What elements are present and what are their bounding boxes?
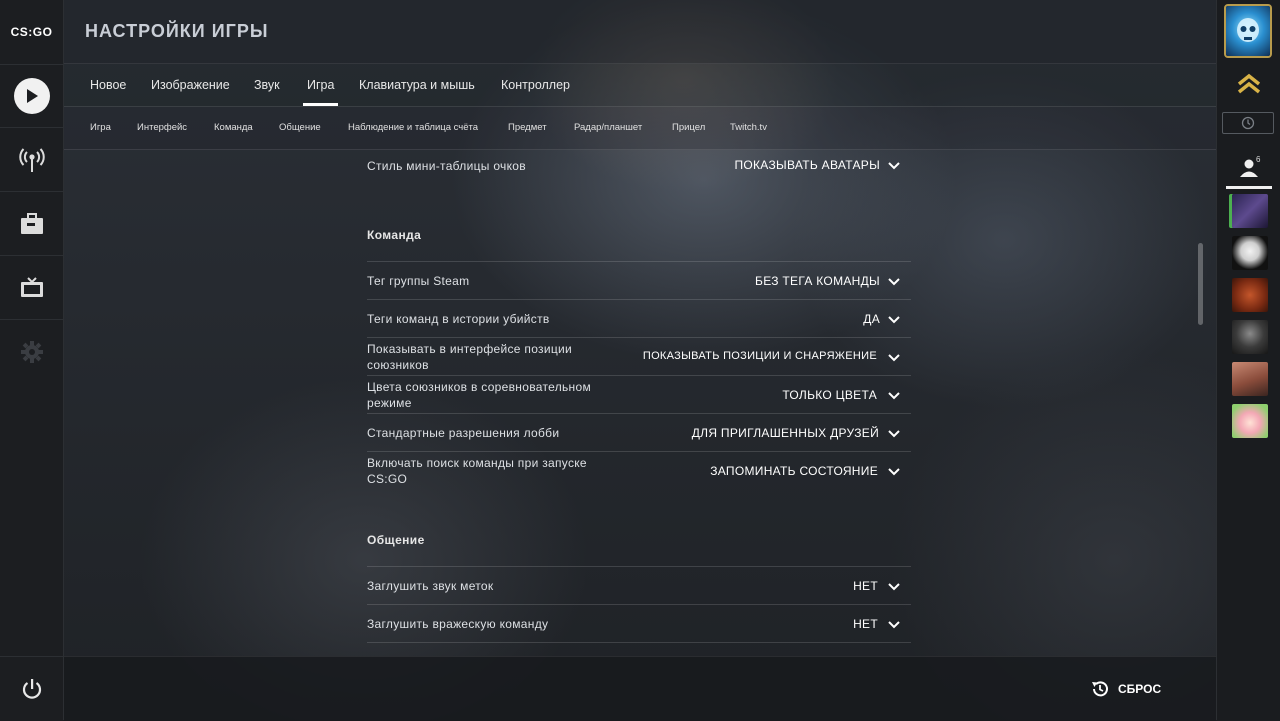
divider: [367, 299, 911, 300]
section-communication-heading: Общение: [367, 533, 425, 547]
divider: [367, 451, 911, 452]
friend-avatar[interactable]: [1232, 362, 1268, 396]
team-search-on-launch-dropdown[interactable]: ЗАПОМИНАТЬ СОСТОЯНИЕ: [710, 464, 878, 478]
subtab-crosshair[interactable]: Прицел: [672, 107, 705, 149]
friend-avatar[interactable]: [1232, 236, 1268, 270]
reset-button[interactable]: СБРОС: [1090, 679, 1161, 699]
chevron-down-icon: [888, 278, 900, 286]
friend-avatar[interactable]: [1232, 278, 1268, 312]
friends-count: 6: [1256, 155, 1261, 164]
killfeed-team-tags-dropdown[interactable]: ДА: [863, 312, 880, 326]
subtab-hud[interactable]: Интерфейс: [137, 107, 187, 149]
teammate-colors-label: Цвета союзников в соревновательном режим…: [367, 380, 592, 410]
subtab-item[interactable]: Предмет: [508, 107, 547, 149]
watch-button[interactable]: [0, 256, 63, 320]
chevron-down-icon: [888, 468, 900, 476]
steam-group-tag-label: Тег группы Steam: [367, 274, 470, 288]
inventory-button[interactable]: [0, 192, 63, 256]
cooldown-timer: [1222, 112, 1274, 134]
friend-avatar[interactable]: [1232, 404, 1268, 438]
page-title: НАСТРОЙКИ ИГРЫ: [85, 21, 269, 41]
subtab-spectator[interactable]: Наблюдение и таблица счёта: [348, 107, 478, 149]
mute-pings-label: Заглушить звук меток: [367, 579, 494, 593]
divider: [367, 642, 911, 643]
section-team-heading: Команда: [367, 228, 422, 242]
footer-bar: [64, 656, 1216, 721]
title-bar: НАСТРОЙКИ ИГРЫ: [64, 0, 1216, 64]
left-sidebar: CS:GO: [0, 0, 64, 720]
friends-tab[interactable]: [1226, 150, 1272, 189]
gear-icon: [20, 340, 43, 363]
divider: [367, 375, 911, 376]
scoreboard-style-label: Стиль мини-таблицы очков: [367, 159, 526, 173]
tab-new[interactable]: Новое: [90, 64, 126, 106]
chevron-down-icon: [888, 162, 900, 170]
tab-video[interactable]: Изображение: [151, 64, 230, 106]
lobby-permissions-label: Стандартные разрешения лобби: [367, 426, 560, 440]
subtab-twitch[interactable]: Twitch.tv: [730, 107, 767, 149]
settings-button[interactable]: [0, 320, 63, 383]
divider: [367, 566, 911, 567]
chevron-down-icon: [888, 392, 900, 400]
friend-avatar[interactable]: [1232, 320, 1268, 354]
tab-audio[interactable]: Звук: [254, 64, 280, 106]
scoreboard-style-dropdown[interactable]: ПОКАЗЫВАТЬ АВАТАРЫ: [734, 158, 880, 172]
chevron-down-icon: [888, 621, 900, 629]
teammate-positions-dropdown[interactable]: ПОКАЗЫВАТЬ ПОЗИЦИИ И СНАРЯЖЕНИЕ: [643, 350, 877, 362]
tab-game[interactable]: Игра: [302, 64, 339, 106]
broadcast-icon: [18, 147, 45, 172]
subtab-team[interactable]: Команда: [214, 107, 253, 149]
csgo-logo[interactable]: CS:GO: [0, 0, 63, 65]
subtab-game[interactable]: Игра: [90, 107, 111, 149]
chevron-down-icon: [888, 583, 900, 591]
clock-icon: [1241, 116, 1255, 130]
steam-group-tag-dropdown[interactable]: БЕЗ ТЕГА КОМАНДЫ: [755, 274, 880, 288]
right-sidebar: [1216, 0, 1280, 720]
divider: [367, 337, 911, 338]
chevron-down-icon: [888, 354, 900, 362]
reset-label: СБРОС: [1118, 682, 1162, 696]
divider: [367, 413, 911, 414]
divider: [367, 261, 911, 262]
mute-enemy-team-dropdown[interactable]: НЕТ: [853, 617, 878, 631]
skull-icon: [1237, 18, 1259, 42]
power-icon: [22, 679, 41, 699]
teammate-positions-label: Показывать в интерфейсе позиции союзнико…: [367, 342, 573, 372]
subtab-radar[interactable]: Радар/планшет: [574, 107, 642, 149]
chevron-down-icon: [888, 430, 900, 438]
mute-pings-dropdown[interactable]: НЕТ: [853, 579, 878, 593]
scrollbar-thumb[interactable]: [1198, 243, 1203, 325]
lobby-permissions-dropdown[interactable]: ДЛЯ ПРИГЛАШЕННЫХ ДРУЗЕЙ: [692, 426, 879, 440]
tab-controller[interactable]: Контроллер: [501, 64, 570, 106]
sub-tabs: Игра Интерфейс Команда Общение Наблюдени…: [64, 107, 1216, 150]
killfeed-team-tags-label: Теги команд в истории убийств: [367, 312, 550, 326]
tab-keyboard-mouse[interactable]: Клавиатура и мышь: [359, 64, 475, 106]
main-tabs: Новое Изображение Звук Игра Клавиатура и…: [64, 64, 1216, 107]
player-avatar[interactable]: [1226, 6, 1270, 56]
briefcase-icon: [20, 212, 43, 234]
friend-avatar[interactable]: [1232, 194, 1268, 228]
power-button[interactable]: [0, 656, 63, 721]
teammate-colors-dropdown[interactable]: ТОЛЬКО ЦВЕТА: [782, 388, 877, 402]
play-button[interactable]: [0, 64, 63, 128]
subtab-communication[interactable]: Общение: [279, 107, 321, 149]
reset-history-icon: [1092, 681, 1108, 697]
chevron-down-icon: [888, 316, 900, 324]
team-search-on-launch-label: Включать поиск команды при запуске CS:GO: [367, 456, 587, 486]
play-icon: [13, 77, 50, 114]
mute-enemy-team-label: Заглушить вражескую команду: [367, 617, 549, 631]
divider: [367, 604, 911, 605]
rank-chevron-icon: [1237, 73, 1261, 94]
tv-icon: [20, 276, 43, 297]
broadcast-button[interactable]: [0, 128, 63, 192]
